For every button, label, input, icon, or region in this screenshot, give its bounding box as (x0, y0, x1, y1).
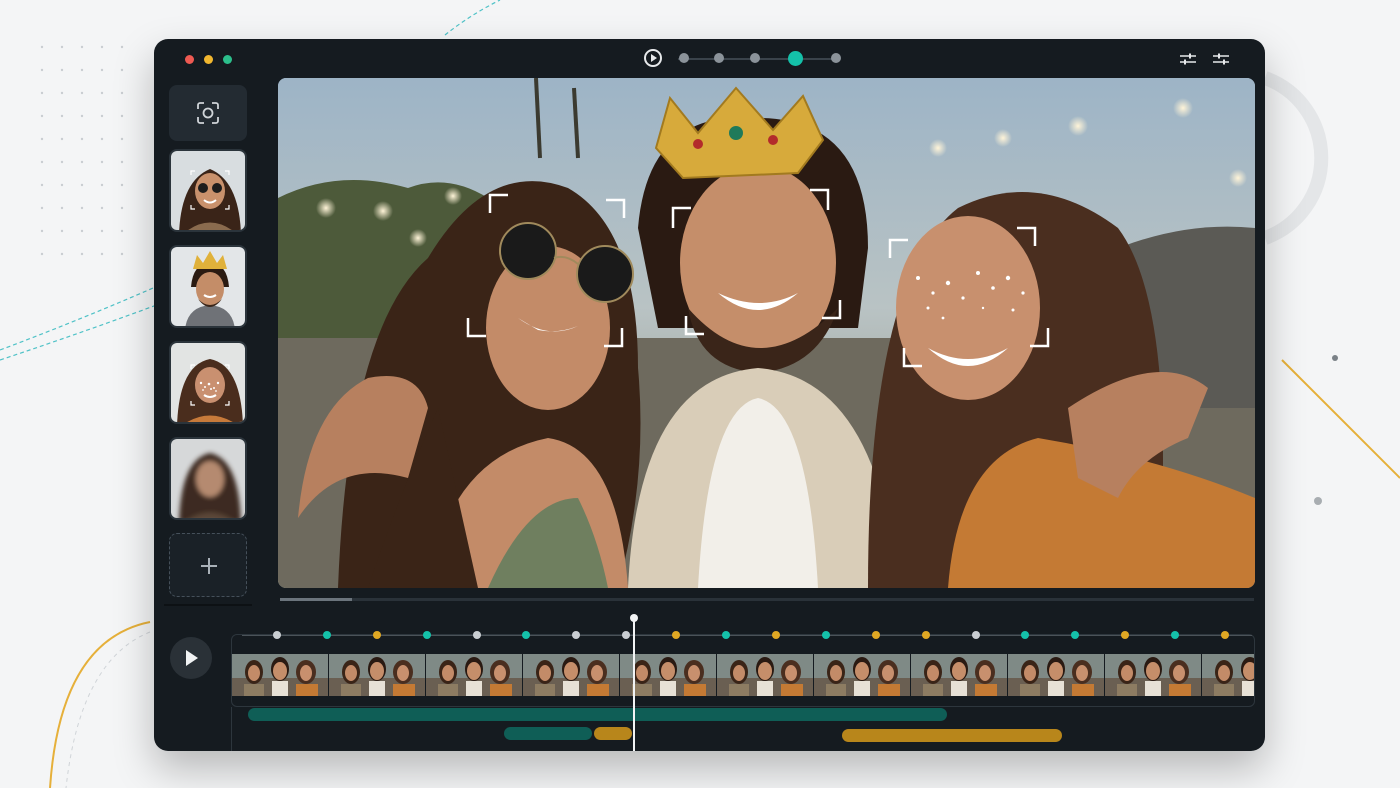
add-face-button[interactable] (169, 533, 247, 597)
sliders-icon[interactable] (1213, 52, 1229, 66)
step-dot-1[interactable] (679, 53, 689, 63)
face-thumbnail-glitter[interactable] (169, 341, 247, 424)
filmstrip-frame (426, 654, 522, 696)
keyframe-dot[interactable] (273, 631, 281, 639)
step-dot-4-active[interactable] (788, 51, 803, 66)
app-window (154, 39, 1265, 751)
filmstrip-frame (329, 654, 425, 696)
preview-scrub-track[interactable] (280, 598, 1254, 601)
keyframe-dot[interactable] (422, 631, 431, 639)
keyframe-dot[interactable] (871, 631, 880, 639)
keyframe-dot[interactable] (821, 631, 830, 639)
play-circle-icon[interactable] (644, 49, 662, 67)
filmstrip-frame (1105, 654, 1201, 696)
face-thumbnail-blurred[interactable] (169, 437, 247, 520)
filmstrip-frame (232, 654, 328, 696)
minimize-window-button[interactable] (204, 55, 213, 64)
effect-track-gold-short[interactable] (594, 727, 632, 740)
maximize-window-button[interactable] (223, 55, 232, 64)
preview-image (278, 78, 1255, 588)
filmstrip-frame (717, 654, 813, 696)
timeline-filmstrip[interactable] (232, 654, 1254, 696)
keyframe-track (242, 635, 1252, 636)
filmstrip-frame (1008, 654, 1104, 696)
step-dot-3[interactable] (750, 53, 760, 63)
close-window-button[interactable] (185, 55, 194, 64)
keyframe-dot[interactable] (372, 631, 381, 639)
sliders-icon[interactable] (1180, 52, 1196, 66)
playhead-handle[interactable] (630, 614, 638, 622)
video-preview[interactable] (278, 78, 1255, 588)
effect-track-teal-short[interactable] (504, 727, 592, 740)
keyframe-dot[interactable] (722, 631, 731, 639)
title-bar (154, 39, 1265, 79)
keyframe-dot[interactable] (1221, 631, 1229, 639)
step-dot-2[interactable] (714, 53, 724, 63)
face-scan-button[interactable] (169, 85, 247, 141)
effect-track-teal-long[interactable] (248, 708, 947, 721)
timeline-play-button[interactable] (170, 637, 212, 679)
step-dot-5[interactable] (831, 53, 841, 63)
face-sunglasses-image (171, 151, 245, 230)
keyframe-dot[interactable] (971, 631, 980, 639)
face-thumbnail-crown[interactable] (169, 245, 247, 328)
timeline-playhead[interactable] (633, 617, 635, 751)
keyframe-dot[interactable] (771, 631, 780, 639)
timeline-left-divider (231, 707, 232, 751)
filmstrip-frame (1202, 654, 1254, 696)
effect-track-gold-long[interactable] (842, 729, 1062, 742)
face-crown-image (171, 247, 245, 326)
filmstrip-frame (911, 654, 1007, 696)
filmstrip-frame (814, 654, 910, 696)
face-glitter-image (171, 343, 245, 422)
preview-scrub-progress (280, 598, 352, 601)
keyframe-dot[interactable] (472, 631, 481, 639)
face-scan-icon (197, 102, 219, 124)
keyframe-dot[interactable] (322, 631, 331, 639)
face-blurred-image (171, 439, 245, 518)
sidebar-divider (164, 604, 252, 606)
filmstrip-frame (523, 654, 619, 696)
face-thumbnail-sunglasses[interactable] (169, 149, 247, 232)
keyframe-dot[interactable] (921, 631, 930, 639)
